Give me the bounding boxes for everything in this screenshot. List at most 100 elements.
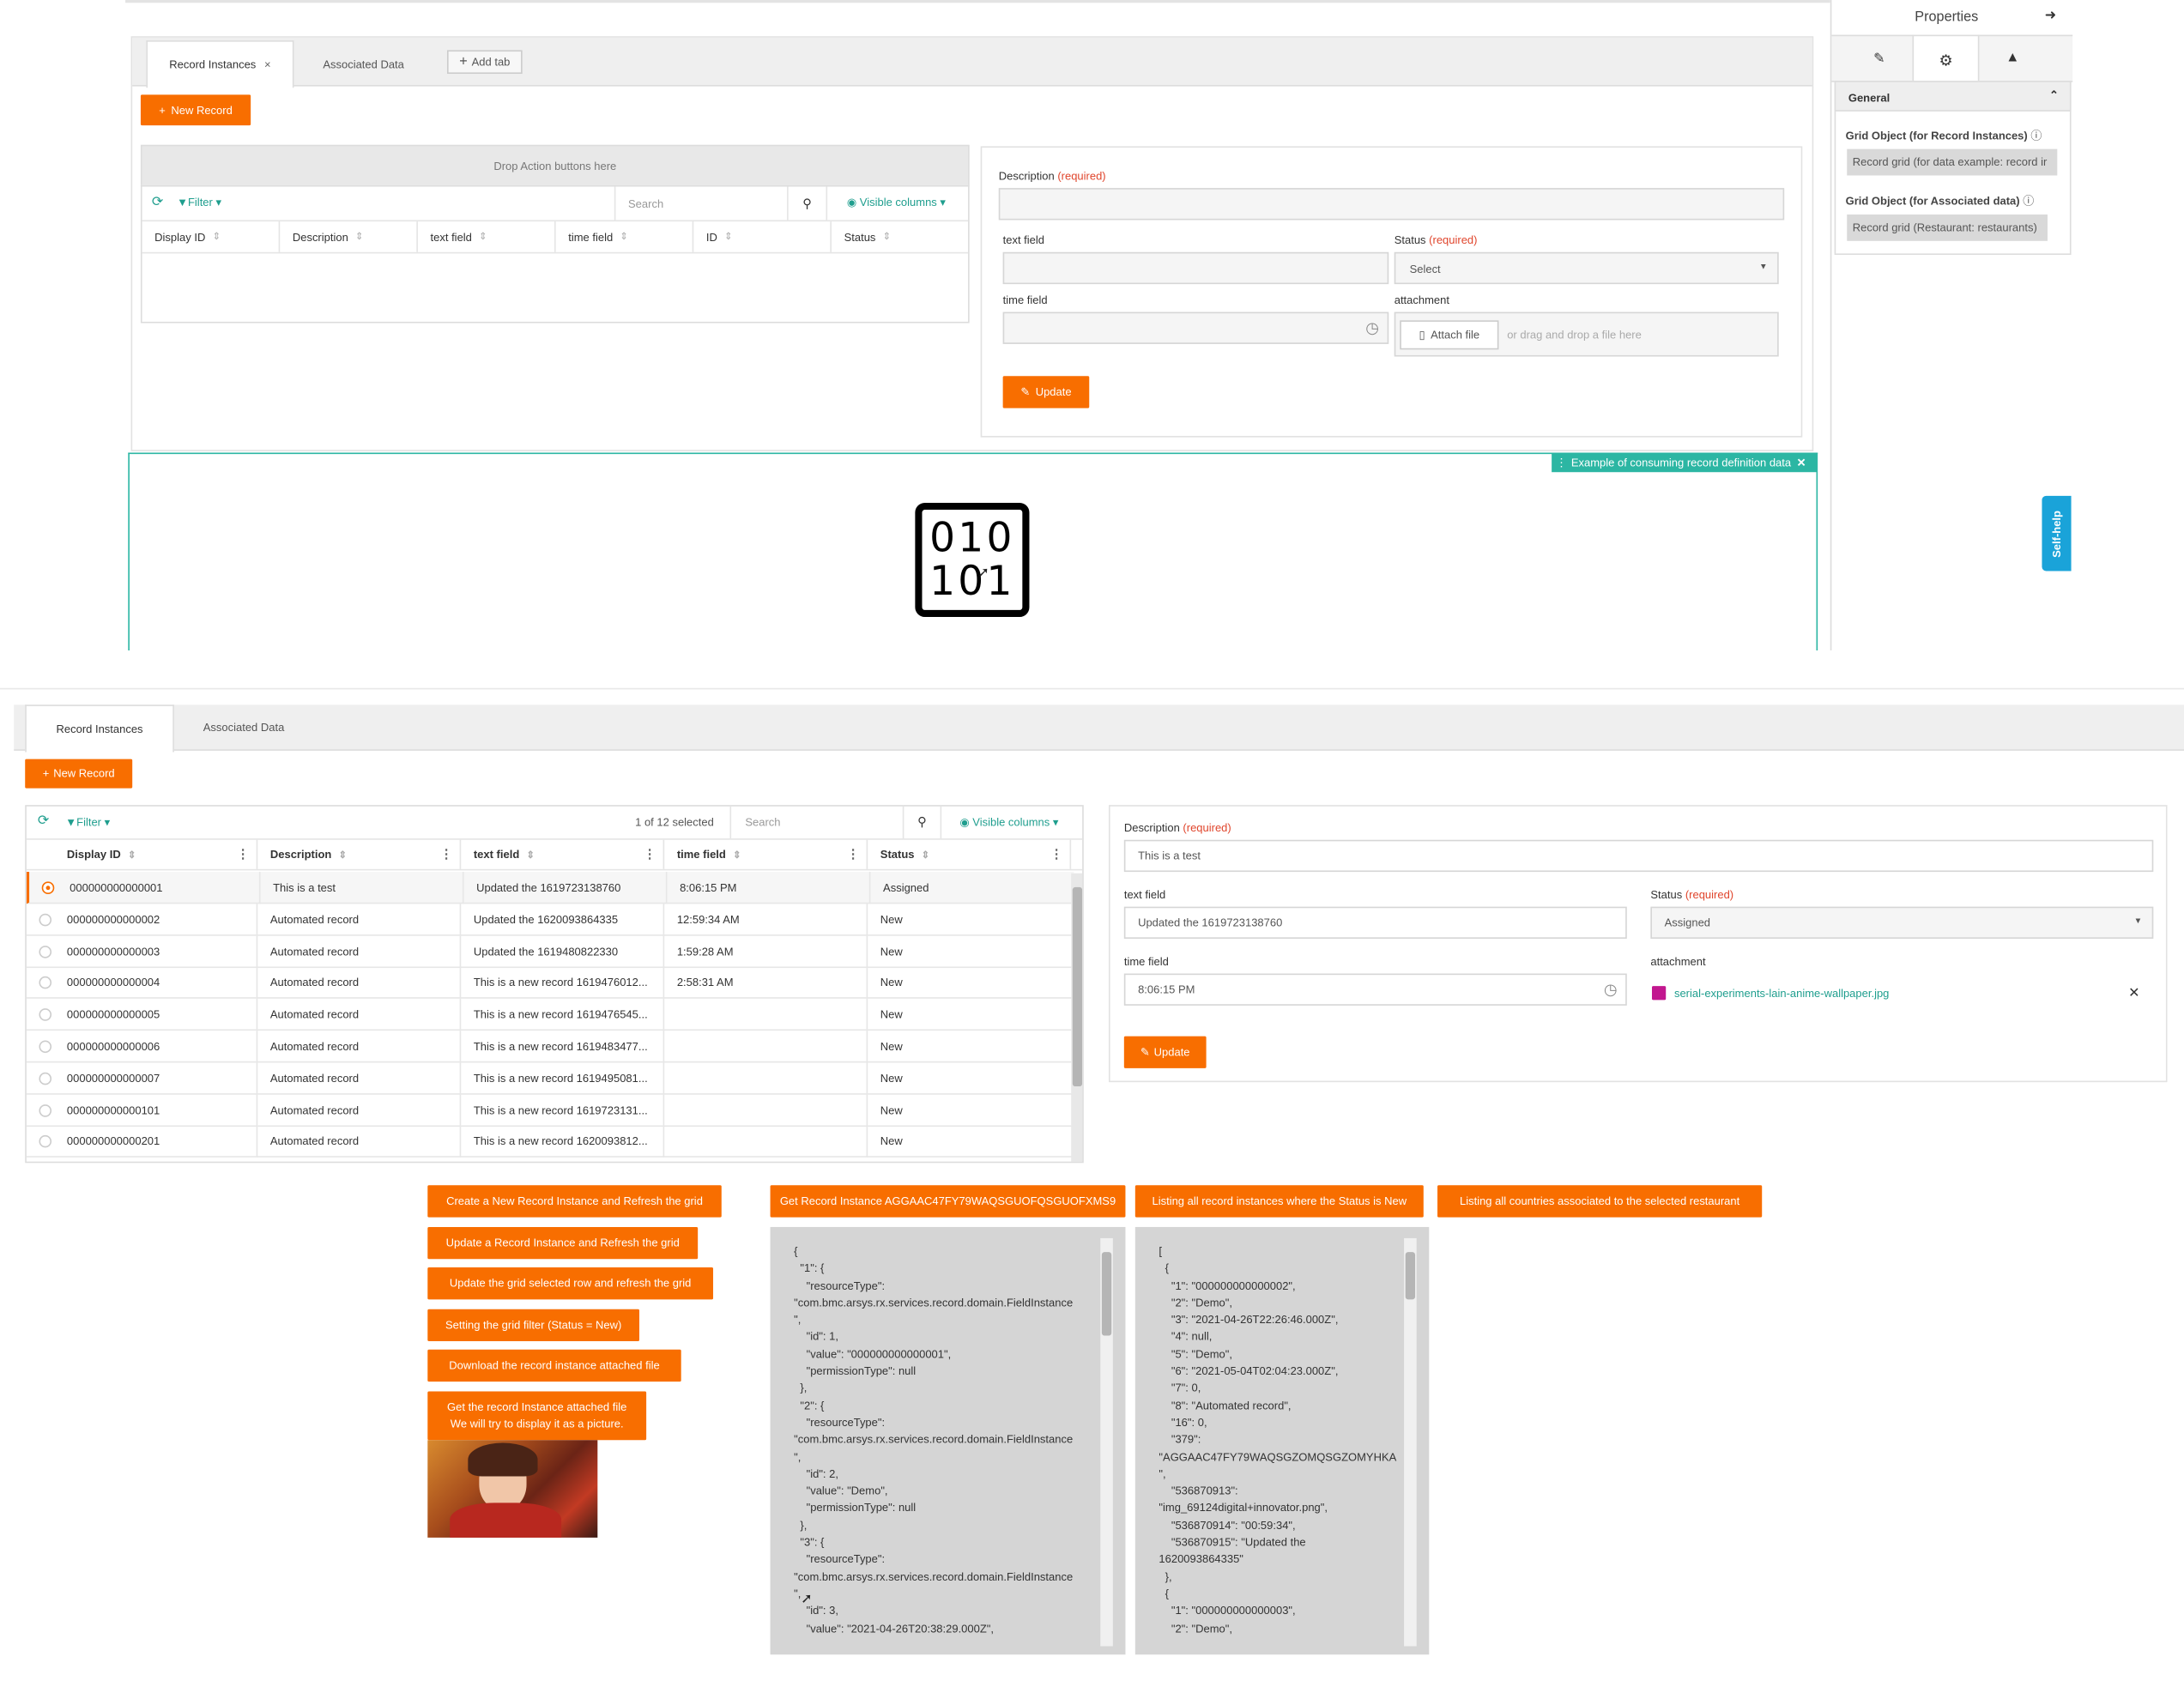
status-select[interactable]: Assigned ▼ — [1650, 906, 2154, 939]
row-select-radio[interactable] — [39, 1072, 52, 1085]
row-select-radio[interactable] — [39, 913, 52, 927]
row-select-radio[interactable] — [39, 1040, 52, 1054]
table-row[interactable]: 000000000000007 Automated record This is a… — [26, 1062, 1074, 1095]
description-input[interactable] — [998, 188, 1785, 221]
column-status[interactable]: Status ⇕ ⋮ — [868, 839, 1072, 869]
remove-attachment-icon[interactable]: ✕ — [2128, 986, 2140, 1001]
search-input[interactable]: Search — [614, 186, 787, 221]
column-id[interactable]: ID ⇕ — [693, 221, 832, 252]
grid-object-record-field[interactable]: Record grid (for data example: record ir — [1847, 148, 2058, 176]
table-row[interactable]: 000000000000003 Automated record Updated t… — [26, 935, 1074, 968]
search-input[interactable]: Search — [729, 806, 903, 839]
update-record-button[interactable]: Update a Record Instance and Refresh the… — [427, 1226, 699, 1260]
visible-columns-button[interactable]: ◉ Visible columns ▾ — [959, 816, 1058, 829]
refresh-icon[interactable]: ⟳ — [38, 813, 50, 829]
scroll-thumb[interactable] — [1072, 886, 1083, 1087]
record-instance-json[interactable]: { "1": { "resourceType": "com.bmc.arsys.… — [770, 1226, 1126, 1655]
row-select-radio[interactable] — [39, 1103, 52, 1117]
tab-associated-data[interactable]: Associated Data — [306, 40, 420, 88]
json-scrollbar[interactable] — [1404, 1237, 1417, 1647]
column-text-field[interactable]: text field ⇕ — [418, 221, 556, 252]
help-icon[interactable]: ⓘ — [2023, 195, 2034, 208]
attach-file-button[interactable]: ▯ Attach file — [1400, 320, 1499, 350]
row-select-radio[interactable] — [39, 945, 52, 958]
tab-record-instances[interactable]: Record Instances × — [146, 40, 294, 88]
time-field-input[interactable]: 8:06:15 PM ◷ — [1123, 973, 1627, 1006]
column-display-id[interactable]: Display ID ⇕ — [142, 221, 281, 252]
table-row[interactable]: 000000000000005 Automated record This is a… — [26, 999, 1074, 1031]
column-menu-icon[interactable]: ⋮ — [1050, 847, 1063, 862]
column-menu-icon[interactable]: ⋮ — [847, 847, 860, 862]
table-row[interactable]: 000000000000001 This is a test Updated the… — [26, 872, 1074, 904]
column-text-field[interactable]: text field ⇕ ⋮ — [461, 839, 665, 869]
runtime-tab-associated-data[interactable]: Associated Data — [188, 704, 299, 751]
list-new-button[interactable]: Listing all record instances where the S… — [1134, 1185, 1424, 1218]
table-row[interactable]: 000000000000101 Automated record This is a… — [26, 1094, 1074, 1127]
clock-icon[interactable]: ◷ — [1365, 319, 1379, 336]
chevron-up-icon[interactable]: ⌃ — [2049, 89, 2059, 102]
list-countries-button[interactable]: Listing all countries associated to the … — [1437, 1185, 1763, 1218]
table-row[interactable]: 000000000000004 Automated record This is a… — [26, 967, 1074, 1000]
column-time-field[interactable]: time field ⇕ — [556, 221, 694, 252]
update-selected-row-button[interactable]: Update the grid selected row and refresh… — [427, 1267, 714, 1300]
status-select[interactable]: Select ▼ — [1394, 251, 1779, 285]
visible-columns-button[interactable]: ◉ Visible columns ▾ — [847, 197, 946, 209]
column-menu-icon[interactable]: ⋮ — [440, 847, 453, 862]
grid-object-assoc-field[interactable]: Record grid (Restaurant: restaurants) — [1847, 214, 2048, 241]
scroll-thumb[interactable] — [1101, 1252, 1112, 1336]
row-select-radio[interactable] — [41, 881, 55, 895]
search-icon[interactable]: ⚲ — [902, 806, 942, 839]
record-list-json[interactable]: [ { "1": "000000000000002", "2": "Demo",… — [1134, 1226, 1430, 1655]
self-help-tab[interactable]: Self-help — [2042, 495, 2072, 571]
set-filter-button[interactable]: Setting the grid filter (Status = New) — [427, 1309, 640, 1342]
filter-button[interactable]: ▼Filter ▾ — [177, 197, 221, 209]
close-icon[interactable]: ✕ — [1797, 456, 1806, 469]
table-row[interactable]: 000000000000201 Automated record This is a… — [26, 1126, 1074, 1158]
attachment-link[interactable]: serial-experiments-lain-anime-wallpaper.… — [1674, 988, 1889, 1001]
scroll-thumb[interactable] — [1405, 1252, 1416, 1300]
grid-object-record-label: Grid Object (for Record Instances) ⓘ — [1846, 128, 2042, 143]
table-row[interactable]: 000000000000002 Automated record Updated t… — [26, 904, 1074, 936]
time-field-input[interactable]: ◷ — [1002, 311, 1389, 344]
refresh-icon[interactable]: ⟳ — [152, 195, 164, 210]
add-tab-button[interactable]: + Add tab — [447, 50, 523, 75]
row-select-radio[interactable] — [39, 1135, 52, 1149]
clock-icon[interactable]: ◷ — [1604, 981, 1618, 998]
column-menu-icon[interactable]: ⋮ — [644, 847, 656, 862]
runtime-new-record-button[interactable]: + New Record — [25, 759, 133, 789]
arrow-right-icon[interactable]: ➜ — [2045, 9, 2057, 24]
update-button[interactable]: ✎ Update — [1123, 1036, 1207, 1068]
drop-action-zone[interactable]: Drop Action buttons here — [140, 144, 970, 187]
close-icon[interactable]: × — [264, 58, 271, 71]
attachment-drop-zone[interactable]: ▯ Attach file or drag and drop a file her… — [1394, 311, 1779, 357]
text-field-input[interactable]: Updated the 1619723138760 — [1123, 906, 1627, 939]
pencil-icon[interactable]: ✎ — [1873, 51, 1885, 67]
download-attachment-button[interactable]: Download the record instance attached fi… — [427, 1349, 681, 1382]
grid-scrollbar[interactable] — [1071, 873, 1083, 1162]
get-attachment-button[interactable]: Get the record Instance attached file We… — [427, 1391, 647, 1441]
column-description[interactable]: Description ⇕ — [280, 221, 418, 252]
help-icon[interactable]: ⓘ — [2030, 130, 2042, 142]
create-record-button[interactable]: Create a New Record Instance and Refresh… — [427, 1185, 722, 1218]
warning-icon[interactable]: ▲ — [2006, 50, 2019, 65]
update-button[interactable]: ✎ Update — [1002, 376, 1090, 408]
new-record-button[interactable]: + New Record — [140, 94, 251, 126]
text-field-input[interactable] — [1002, 251, 1389, 285]
column-menu-icon[interactable]: ⋮ — [237, 847, 250, 862]
filter-button[interactable]: ▼Filter ▾ — [65, 816, 110, 829]
get-record-instance-button[interactable]: Get Record Instance AGGAAC47FY79WAQSGUOF… — [770, 1185, 1126, 1218]
general-section-header[interactable]: General ⌃ — [1834, 81, 2072, 112]
column-time-field[interactable]: time field ⇕ ⋮ — [664, 839, 868, 869]
column-display-id[interactable]: Display ID ⇕ ⋮ — [54, 839, 258, 869]
row-select-radio[interactable] — [39, 1008, 52, 1022]
json-scrollbar[interactable] — [1100, 1237, 1113, 1647]
search-icon[interactable]: ⚲ — [787, 186, 828, 221]
component-badge[interactable]: ⋮ Example of consuming record definition … — [1552, 452, 1817, 473]
description-input[interactable]: This is a test — [1123, 839, 2154, 873]
column-status[interactable]: Status ⇕ — [832, 221, 968, 252]
gear-icon[interactable]: ⚙ — [1912, 34, 1980, 84]
table-row[interactable]: 000000000000006 Automated record This is a… — [26, 1031, 1074, 1063]
runtime-tab-record-instances[interactable]: Record Instances — [25, 704, 174, 753]
row-select-radio[interactable] — [39, 976, 52, 990]
column-description[interactable]: Description ⇕ ⋮ — [257, 839, 462, 869]
